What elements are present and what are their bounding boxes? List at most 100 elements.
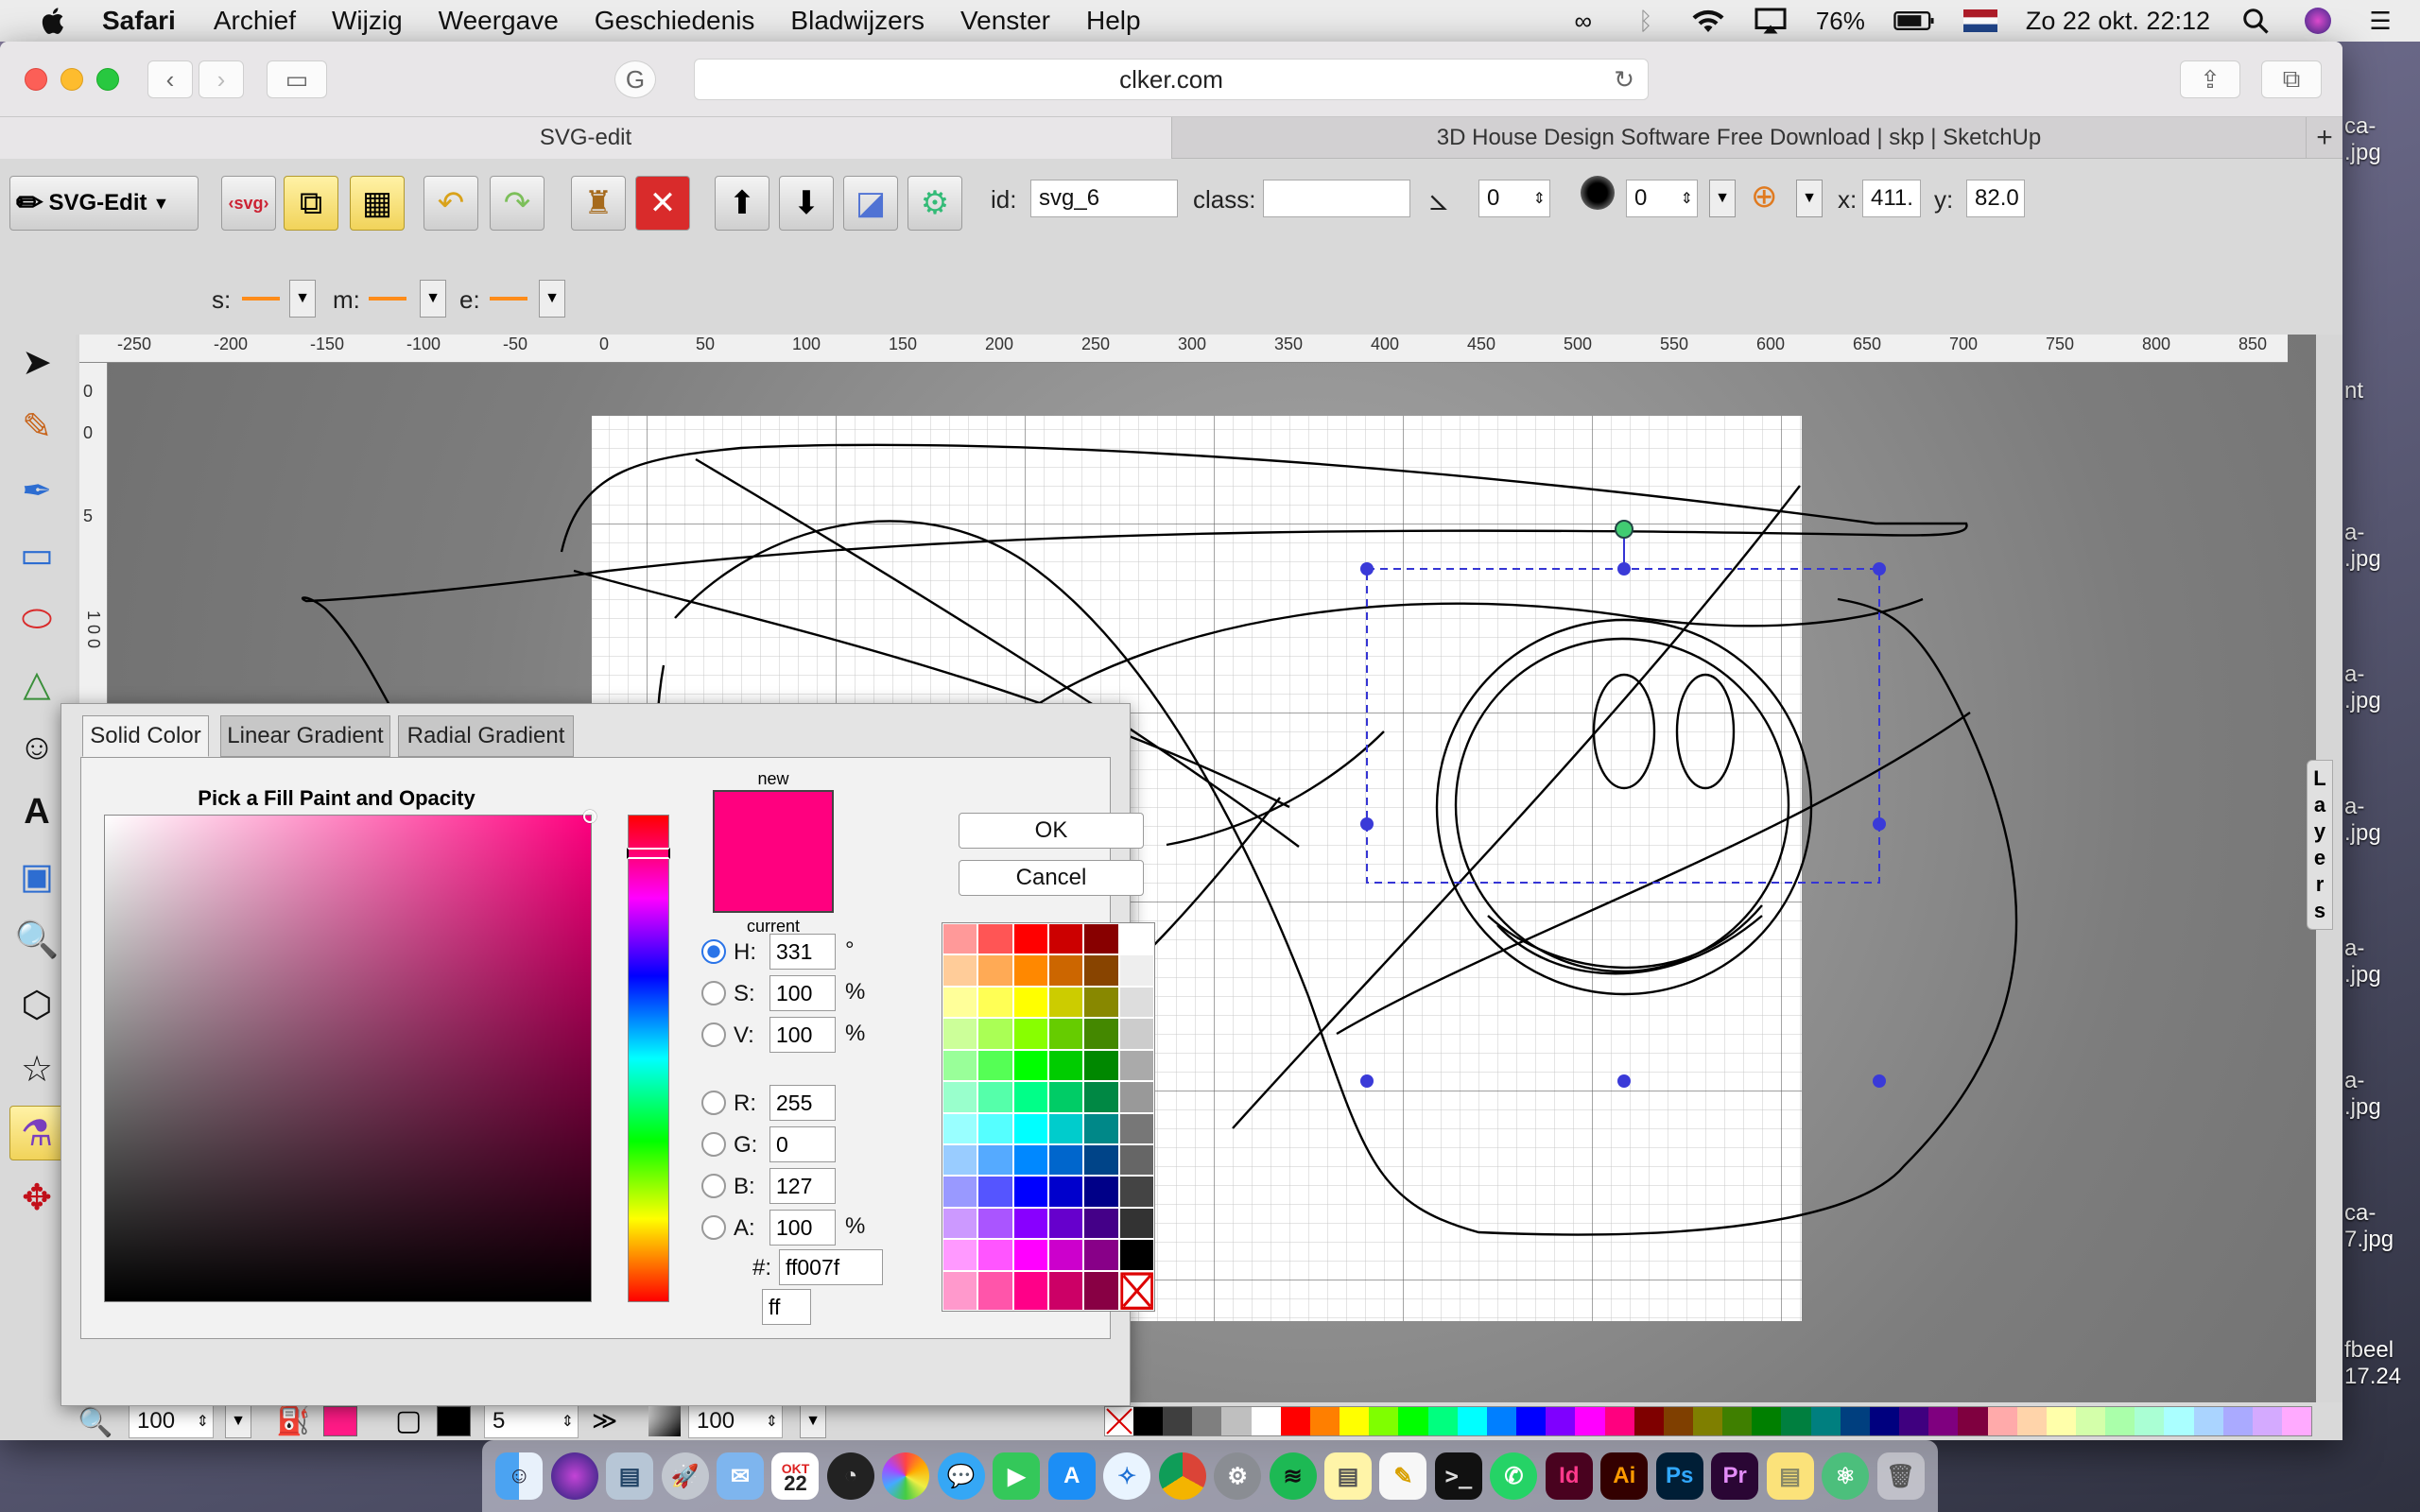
palette-swatch[interactable] bbox=[2016, 1407, 2047, 1435]
palette-swatch[interactable] bbox=[1192, 1407, 1222, 1435]
palette-swatch[interactable] bbox=[2164, 1407, 2194, 1435]
color-swatch[interactable] bbox=[1047, 923, 1084, 955]
palette-swatch[interactable] bbox=[2135, 1407, 2165, 1435]
tab-solid-color[interactable]: Solid Color bbox=[82, 715, 209, 757]
palette-swatch[interactable] bbox=[1810, 1407, 1841, 1435]
color-swatch[interactable] bbox=[1012, 954, 1048, 987]
palette-swatch[interactable] bbox=[2193, 1407, 2223, 1435]
spinner-icon[interactable]: ⇕ bbox=[1533, 189, 1546, 208]
palette-none-swatch[interactable] bbox=[1105, 1407, 1133, 1435]
spinner-icon[interactable]: ⇕ bbox=[197, 1412, 209, 1431]
desktop-file[interactable]: ca- .jpg bbox=[2344, 113, 2420, 166]
dock-textedit-icon[interactable]: ✎ bbox=[1379, 1452, 1427, 1500]
resize-handle[interactable] bbox=[1360, 1074, 1374, 1088]
color-swatch[interactable] bbox=[1012, 986, 1048, 1019]
color-swatch[interactable] bbox=[1118, 1049, 1154, 1082]
menu-app[interactable]: Safari bbox=[102, 6, 176, 36]
dock-system-preferences-icon[interactable]: ⚙ bbox=[1214, 1452, 1262, 1500]
id-input[interactable]: svg_6 bbox=[1030, 180, 1178, 217]
value-input[interactable]: 100 bbox=[769, 1017, 836, 1053]
redo-button[interactable]: ↷ bbox=[490, 176, 544, 231]
palette-swatch[interactable] bbox=[1781, 1407, 1811, 1435]
undo-button[interactable]: ↶ bbox=[424, 176, 478, 231]
rect-tool[interactable]: ▭ bbox=[9, 527, 64, 582]
blue-radio[interactable] bbox=[701, 1174, 726, 1198]
palette-swatch[interactable] bbox=[1840, 1407, 1870, 1435]
resize-handle[interactable] bbox=[1617, 1074, 1631, 1088]
stroke-style-more-icon[interactable]: ≫ bbox=[592, 1406, 617, 1435]
palette-swatch[interactable] bbox=[1309, 1407, 1340, 1435]
menu-weergave[interactable]: Weergave bbox=[439, 6, 559, 36]
dock-terminal-icon[interactable]: >_ bbox=[1434, 1452, 1482, 1500]
palette-swatch[interactable] bbox=[1722, 1407, 1753, 1435]
class-input[interactable] bbox=[1263, 180, 1410, 217]
palette-swatch[interactable] bbox=[2105, 1407, 2135, 1435]
zoom-tool[interactable]: 🔍 bbox=[9, 913, 64, 968]
menu-help[interactable]: Help bbox=[1086, 6, 1141, 36]
sidebar-button[interactable]: ▭ bbox=[267, 60, 327, 98]
text-tool[interactable]: A bbox=[9, 784, 64, 839]
fill-color-swatch[interactable] bbox=[323, 1406, 357, 1436]
select-tool[interactable]: ➤ bbox=[9, 335, 64, 389]
palette-swatch[interactable] bbox=[2222, 1407, 2253, 1435]
back-button[interactable]: ‹ bbox=[147, 60, 193, 98]
palette-swatch[interactable] bbox=[1340, 1407, 1370, 1435]
palette-swatch[interactable] bbox=[1987, 1407, 2017, 1435]
color-swatch[interactable] bbox=[1083, 1239, 1119, 1271]
desktop-file[interactable]: nt bbox=[2344, 378, 2420, 404]
color-swatch[interactable] bbox=[1047, 1270, 1084, 1311]
star-tool[interactable]: ☆ bbox=[9, 1041, 64, 1096]
color-swatch[interactable] bbox=[1118, 1081, 1154, 1113]
dock-finder-icon[interactable]: ☺ bbox=[495, 1452, 544, 1500]
dock-photos-icon[interactable] bbox=[882, 1452, 930, 1500]
palette-swatch[interactable] bbox=[1457, 1407, 1487, 1435]
color-swatch[interactable] bbox=[977, 954, 1013, 987]
color-swatch[interactable] bbox=[977, 1081, 1013, 1113]
new-tab-button[interactable]: + bbox=[2307, 117, 2342, 159]
color-swatch[interactable] bbox=[1083, 1081, 1119, 1113]
dock-preview-icon[interactable]: ▤ bbox=[606, 1452, 654, 1500]
palette-swatch[interactable] bbox=[1251, 1407, 1281, 1435]
resize-handle[interactable] bbox=[1617, 562, 1631, 576]
dock-safari-icon[interactable]: ✧ bbox=[1103, 1452, 1151, 1500]
mid-marker-dropdown[interactable]: ▼ bbox=[420, 280, 446, 318]
link-button[interactable]: ⚙ bbox=[908, 176, 962, 231]
end-marker-dropdown[interactable]: ▼ bbox=[539, 280, 565, 318]
palette-swatch[interactable] bbox=[1604, 1407, 1634, 1435]
red-radio[interactable] bbox=[701, 1091, 726, 1115]
color-swatch[interactable] bbox=[977, 1176, 1013, 1208]
bluetooth-icon[interactable]: ᛒ bbox=[1629, 7, 1663, 35]
color-swatch[interactable] bbox=[977, 1239, 1013, 1271]
hex-input[interactable]: ff007f bbox=[779, 1249, 883, 1285]
color-swatch[interactable] bbox=[1012, 1112, 1048, 1144]
desktop-file[interactable]: fbeel 17.24 bbox=[2344, 1337, 2420, 1390]
layers-panel-tab[interactable]: Layers bbox=[2307, 760, 2333, 930]
path-tool[interactable]: △ bbox=[9, 656, 64, 711]
sv-picker-handle[interactable] bbox=[583, 810, 596, 823]
color-swatch[interactable] bbox=[977, 923, 1013, 955]
wifi-icon[interactable] bbox=[1691, 7, 1725, 35]
color-swatch[interactable] bbox=[1012, 1270, 1048, 1311]
palette-swatch[interactable] bbox=[1398, 1407, 1428, 1435]
color-swatch[interactable] bbox=[1047, 1207, 1084, 1240]
dock-launchpad-icon[interactable]: 🚀 bbox=[661, 1452, 709, 1500]
color-swatch[interactable] bbox=[1083, 1176, 1119, 1208]
close-window-button[interactable] bbox=[25, 68, 47, 91]
zoom-window-button[interactable] bbox=[96, 68, 119, 91]
spotlight-icon[interactable] bbox=[2238, 7, 2273, 35]
saturation-value-field[interactable] bbox=[104, 810, 596, 1302]
color-swatch[interactable] bbox=[1047, 1239, 1084, 1271]
color-swatch[interactable] bbox=[1012, 1207, 1048, 1240]
share-button[interactable]: ⇪ bbox=[2180, 60, 2240, 98]
dock-illustrator-icon[interactable]: Ai bbox=[1600, 1452, 1649, 1500]
palette-swatch[interactable] bbox=[1546, 1407, 1576, 1435]
stroke-color-swatch[interactable] bbox=[437, 1406, 471, 1436]
blur-dropdown[interactable]: ▼ bbox=[1709, 180, 1736, 217]
hue-radio[interactable] bbox=[701, 939, 726, 964]
menu-venster[interactable]: Venster bbox=[960, 6, 1050, 36]
hue-slider[interactable] bbox=[627, 815, 670, 1302]
color-swatch[interactable] bbox=[1083, 1143, 1119, 1177]
palette-swatch[interactable] bbox=[1221, 1407, 1252, 1435]
color-swatch[interactable] bbox=[942, 954, 978, 987]
color-swatch[interactable] bbox=[942, 1176, 978, 1208]
